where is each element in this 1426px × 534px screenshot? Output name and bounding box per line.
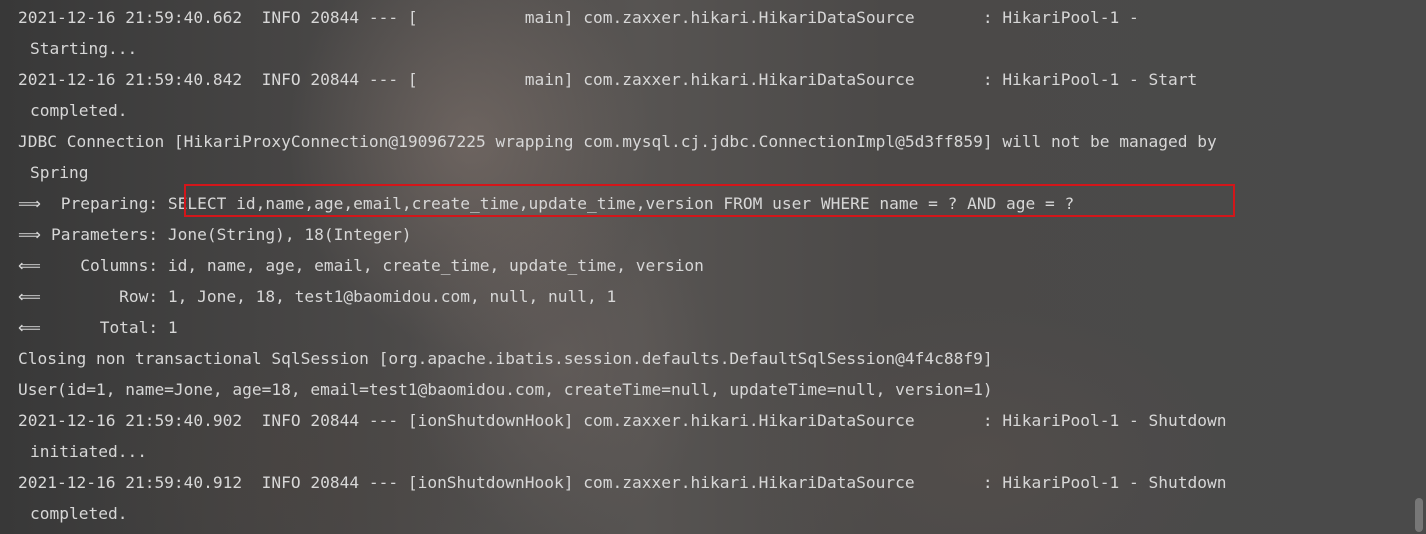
log-line-jdbc-connection: JDBC Connection [HikariProxyConnection@1… [18, 132, 1217, 151]
log-line-continuation: completed. [30, 101, 128, 120]
log-line-preparing: ⟹ Preparing: SELECT id,name,age,email,cr… [0, 188, 1426, 219]
log-line-hikari-start-completed: 2021-12-16 21:59:40.842 INFO 20844 --- [… [18, 70, 1198, 89]
preparing-sql: SELECT id,name,age,email,create_time,upd… [167, 194, 1075, 213]
log-line-continuation: initiated... [30, 442, 147, 461]
log-line-user-result: User(id=1, name=Jone, age=18, email=test… [18, 380, 993, 399]
arrow-in-icon: ⟸ [18, 318, 42, 337]
console-output[interactable]: 2021-12-16 21:59:40.662 INFO 20844 --- [… [0, 0, 1426, 534]
columns-text: Columns: id, name, age, email, create_ti… [41, 256, 704, 275]
preparing-label: Preparing: [41, 194, 168, 213]
arrow-out-icon: ⟹ [18, 194, 42, 213]
arrow-in-icon: ⟸ [18, 287, 42, 306]
arrow-in-icon: ⟸ [18, 256, 42, 275]
log-line-hikari-starting: 2021-12-16 21:59:40.662 INFO 20844 --- [… [18, 8, 1139, 27]
log-line-total: ⟸ Total: 1 [0, 312, 1426, 343]
log-line-continuation: Spring [30, 163, 89, 182]
log-line-parameters: ⟹ Parameters: Jone(String), 18(Integer) [0, 219, 1426, 250]
log-line-row: ⟸ Row: 1, Jone, 18, test1@baomidou.com, … [0, 281, 1426, 312]
log-lines: 2021-12-16 21:59:40.662 INFO 20844 --- [… [0, 2, 1426, 529]
arrow-out-icon: ⟹ [18, 225, 42, 244]
log-line-columns: ⟸ Columns: id, name, age, email, create_… [0, 250, 1426, 281]
log-line-shutdown-initiated: 2021-12-16 21:59:40.902 INFO 20844 --- [… [18, 411, 1227, 430]
log-line-closing-session: Closing non transactional SqlSession [or… [18, 349, 993, 368]
log-line-shutdown-completed: 2021-12-16 21:59:40.912 INFO 20844 --- [… [18, 473, 1227, 492]
row-text: Row: 1, Jone, 18, test1@baomidou.com, nu… [41, 287, 617, 306]
log-line-continuation: completed. [30, 504, 128, 523]
scrollbar-thumb[interactable] [1415, 498, 1423, 532]
total-text: Total: 1 [41, 318, 178, 337]
parameters-text: Parameters: Jone(String), 18(Integer) [41, 225, 412, 244]
log-line-continuation: Starting... [30, 39, 138, 58]
